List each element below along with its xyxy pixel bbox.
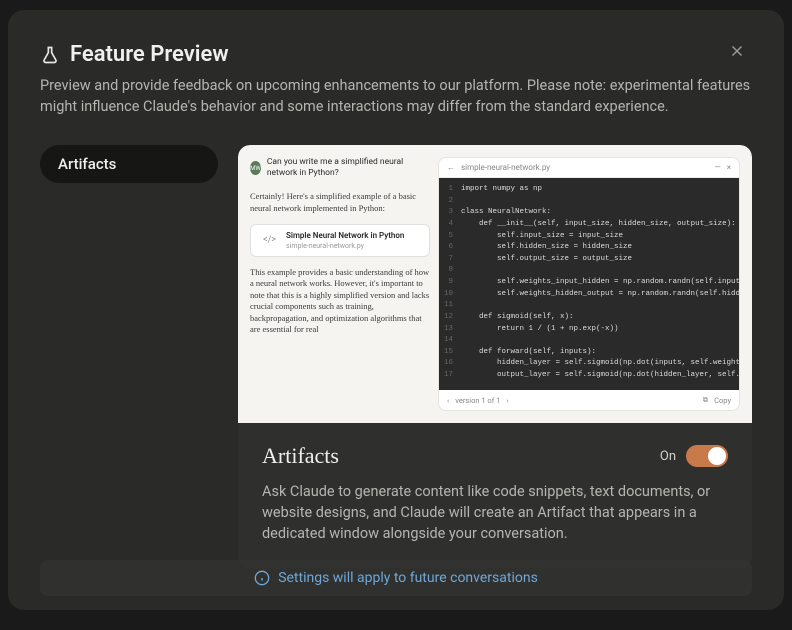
toggle-wrap: On — [660, 445, 728, 467]
feature-description: Ask Claude to generate content like code… — [262, 481, 728, 544]
avatar: MW — [250, 161, 261, 175]
code-footer: ‹ version 1 of 1 › ⧉ Copy — [439, 390, 739, 410]
feature-details: Artifacts On Ask Claude to generate cont… — [238, 423, 752, 568]
footer-notice: Settings will apply to future conversati… — [40, 560, 752, 596]
modal-header: Feature Preview Preview and provide feed… — [8, 10, 784, 133]
code-version: version 1 of 1 — [455, 396, 500, 405]
code-body: 1import numpy as np23class NeuralNetwork… — [439, 178, 739, 390]
code-filename: simple-neural-network.py — [461, 163, 550, 172]
preview-artifact-card: </> Simple Neural Network in Python simp… — [250, 224, 430, 257]
feature-toggle[interactable] — [686, 445, 728, 467]
code-line: 7 self.output_size = output_size — [439, 254, 739, 266]
sidebar-item-artifacts[interactable]: Artifacts — [40, 145, 218, 183]
code-toolbar: ← simple-neural-network.py — × — [439, 158, 739, 178]
footer-notice-text: Settings will apply to future conversati… — [278, 570, 538, 586]
code-line: 1import numpy as np — [439, 184, 739, 196]
code-line: 5 self.input_size = input_size — [439, 231, 739, 243]
preview-prompt: Can you write me a simplified neural net… — [267, 157, 430, 179]
code-line: 2 — [439, 196, 739, 208]
code-line: 14 — [439, 335, 739, 347]
code-line: 17 output_layer = self.sigmoid(np.dot(hi… — [439, 370, 739, 382]
preview-response-1: Certainly! Here's a simplified example o… — [250, 191, 430, 214]
chevron-right-icon: › — [506, 396, 508, 405]
code-line: 6 self.hidden_size = hidden_size — [439, 242, 739, 254]
sidebar-nav: Artifacts — [40, 145, 218, 568]
flask-icon — [40, 45, 60, 65]
preview-chat-header: MW Can you write me a simplified neural … — [250, 157, 430, 179]
title-row: Feature Preview — [40, 42, 752, 67]
copy-icon: ⧉ — [703, 395, 708, 405]
modal-body: Artifacts MW Can you write me a simplifi… — [8, 133, 784, 568]
code-line: 16 hidden_layer = self.sigmoid(np.dot(in… — [439, 358, 739, 370]
feature-preview-image: MW Can you write me a simplified neural … — [238, 145, 752, 423]
copy-label: Copy — [714, 396, 731, 405]
info-icon — [254, 570, 270, 586]
modal-title: Feature Preview — [70, 42, 229, 67]
preview-chat-panel: MW Can you write me a simplified neural … — [250, 157, 430, 411]
toggle-knob — [708, 447, 726, 465]
chevron-left-icon: ‹ — [447, 396, 449, 405]
toggle-label: On — [660, 449, 676, 464]
modal-description: Preview and provide feedback on upcoming… — [40, 75, 752, 117]
code-line: 4 def __init__(self, input_size, hidden_… — [439, 219, 739, 231]
code-icon: </> — [259, 233, 280, 247]
minimize-icon: — — [714, 163, 720, 172]
code-line: 8 — [439, 265, 739, 277]
feature-content: MW Can you write me a simplified neural … — [238, 145, 752, 568]
code-line: 13 return 1 / (1 + np.exp(-x)) — [439, 324, 739, 336]
artifact-card-text: Simple Neural Network in Python simple-n… — [286, 231, 421, 250]
code-line: 12 def sigmoid(self, x): — [439, 312, 739, 324]
feature-title-row: Artifacts On — [262, 443, 728, 469]
preview-code-panel: ← simple-neural-network.py — × 1import n… — [438, 157, 740, 411]
feature-title: Artifacts — [262, 443, 339, 469]
code-line: 9 self.weights_input_hidden = np.random.… — [439, 277, 739, 289]
code-line: 3class NeuralNetwork: — [439, 207, 739, 219]
close-icon: × — [727, 163, 731, 172]
feature-preview-modal: Feature Preview Preview and provide feed… — [8, 10, 784, 610]
code-line: 15 def forward(self, inputs): — [439, 347, 739, 359]
close-button[interactable] — [728, 42, 752, 66]
artifact-card-title: Simple Neural Network in Python — [286, 231, 421, 241]
code-line: 11 — [439, 300, 739, 312]
back-arrow-icon: ← — [447, 163, 455, 172]
code-line: 10 self.weights_hidden_output = np.rando… — [439, 289, 739, 301]
preview-response-2: This example provides a basic understand… — [250, 267, 430, 336]
close-icon — [728, 42, 746, 60]
artifact-card-filename: simple-neural-network.py — [286, 242, 421, 250]
